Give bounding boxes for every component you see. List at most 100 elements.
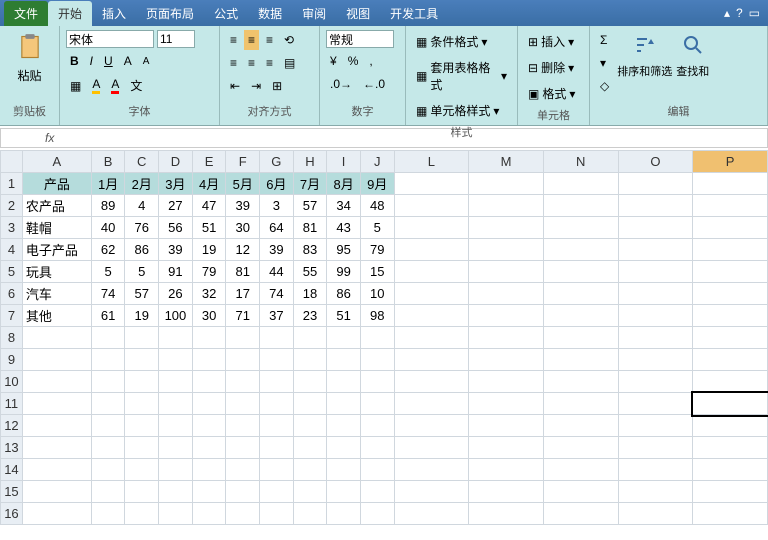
paste-button[interactable] (12, 30, 48, 64)
cell-A15[interactable] (22, 481, 91, 503)
cell-O2[interactable] (618, 195, 693, 217)
cell-E16[interactable] (192, 503, 226, 525)
cell-P3[interactable] (693, 217, 768, 239)
row-header-12[interactable]: 12 (1, 415, 23, 437)
cell-D7[interactable]: 100 (159, 305, 193, 327)
cell-M16[interactable] (469, 503, 544, 525)
cell-O11[interactable] (618, 393, 693, 415)
cell-I9[interactable] (327, 349, 361, 371)
cell-E5[interactable]: 79 (192, 261, 226, 283)
cell-O12[interactable] (618, 415, 693, 437)
cell-F16[interactable] (226, 503, 260, 525)
cell-C9[interactable] (125, 349, 159, 371)
cell-A2[interactable]: 农产品 (22, 195, 91, 217)
cell-E12[interactable] (192, 415, 226, 437)
cell-G2[interactable]: 3 (260, 195, 294, 217)
cell-G14[interactable] (260, 459, 294, 481)
cell-F5[interactable]: 81 (226, 261, 260, 283)
col-header-B[interactable]: B (91, 151, 125, 173)
cell-I7[interactable]: 51 (327, 305, 361, 327)
cell-G16[interactable] (260, 503, 294, 525)
cell-styles-button[interactable]: ▦单元格样式▾ (412, 99, 503, 122)
cell-L3[interactable] (394, 217, 469, 239)
cell-D14[interactable] (159, 459, 193, 481)
cell-M15[interactable] (469, 481, 544, 503)
font-grow-icon[interactable]: A (120, 51, 136, 71)
cell-E6[interactable]: 32 (192, 283, 226, 305)
cell-D16[interactable] (159, 503, 193, 525)
col-header-F[interactable]: F (226, 151, 260, 173)
cell-C13[interactable] (125, 437, 159, 459)
cell-D5[interactable]: 91 (159, 261, 193, 283)
cell-I4[interactable]: 95 (327, 239, 361, 261)
cell-I16[interactable] (327, 503, 361, 525)
row-header-2[interactable]: 2 (1, 195, 23, 217)
col-header-N[interactable]: N (543, 151, 618, 173)
cell-O10[interactable] (618, 371, 693, 393)
cell-O7[interactable] (618, 305, 693, 327)
inc-decimal-icon[interactable]: .0→ (326, 74, 356, 94)
cell-D13[interactable] (159, 437, 193, 459)
currency-icon[interactable]: ¥ (326, 51, 341, 71)
cell-A12[interactable] (22, 415, 91, 437)
cell-G13[interactable] (260, 437, 294, 459)
cell-D4[interactable]: 39 (159, 239, 193, 261)
cell-I15[interactable] (327, 481, 361, 503)
cell-N1[interactable] (543, 173, 618, 195)
cell-O1[interactable] (618, 173, 693, 195)
cell-I10[interactable] (327, 371, 361, 393)
cell-B1[interactable]: 1月 (91, 173, 125, 195)
cell-B14[interactable] (91, 459, 125, 481)
cell-L15[interactable] (394, 481, 469, 503)
row-header-4[interactable]: 4 (1, 239, 23, 261)
italic-button[interactable]: I (86, 51, 97, 71)
row-header-10[interactable]: 10 (1, 371, 23, 393)
align-bot-icon[interactable]: ≡ (262, 30, 277, 50)
cell-A6[interactable]: 汽车 (22, 283, 91, 305)
cell-H8[interactable] (293, 327, 327, 349)
row-header-3[interactable]: 3 (1, 217, 23, 239)
cell-I8[interactable] (327, 327, 361, 349)
tab-view[interactable]: 视图 (336, 1, 380, 26)
cell-J1[interactable]: 9月 (360, 173, 394, 195)
tab-layout[interactable]: 页面布局 (136, 1, 204, 26)
row-header-7[interactable]: 7 (1, 305, 23, 327)
cell-A16[interactable] (22, 503, 91, 525)
underline-button[interactable]: U (100, 51, 117, 71)
cell-N4[interactable] (543, 239, 618, 261)
cell-I2[interactable]: 34 (327, 195, 361, 217)
cell-D6[interactable]: 26 (159, 283, 193, 305)
row-header-1[interactable]: 1 (1, 173, 23, 195)
cell-F7[interactable]: 71 (226, 305, 260, 327)
cell-E14[interactable] (192, 459, 226, 481)
cell-B4[interactable]: 62 (91, 239, 125, 261)
cell-N11[interactable] (543, 393, 618, 415)
cell-G9[interactable] (260, 349, 294, 371)
cell-B10[interactable] (91, 371, 125, 393)
col-header-E[interactable]: E (192, 151, 226, 173)
cell-G5[interactable]: 44 (260, 261, 294, 283)
cell-L6[interactable] (394, 283, 469, 305)
cell-F2[interactable]: 39 (226, 195, 260, 217)
cell-I12[interactable] (327, 415, 361, 437)
tab-review[interactable]: 审阅 (292, 1, 336, 26)
cell-P9[interactable] (693, 349, 768, 371)
delete-cells-button[interactable]: ⊟删除▾ (524, 56, 578, 79)
cell-I3[interactable]: 43 (327, 217, 361, 239)
cell-A11[interactable] (22, 393, 91, 415)
cell-G8[interactable] (260, 327, 294, 349)
cell-E2[interactable]: 47 (192, 195, 226, 217)
fill-color-icon[interactable]: A (88, 74, 104, 97)
tab-formula[interactable]: 公式 (204, 1, 248, 26)
indent-inc-icon[interactable]: ⇥ (247, 76, 265, 96)
cell-D8[interactable] (159, 327, 193, 349)
cell-C15[interactable] (125, 481, 159, 503)
cell-G1[interactable]: 6月 (260, 173, 294, 195)
cell-E8[interactable] (192, 327, 226, 349)
cell-I14[interactable] (327, 459, 361, 481)
cell-L13[interactable] (394, 437, 469, 459)
cell-O9[interactable] (618, 349, 693, 371)
cell-D2[interactable]: 27 (159, 195, 193, 217)
cell-M9[interactable] (469, 349, 544, 371)
cell-L9[interactable] (394, 349, 469, 371)
